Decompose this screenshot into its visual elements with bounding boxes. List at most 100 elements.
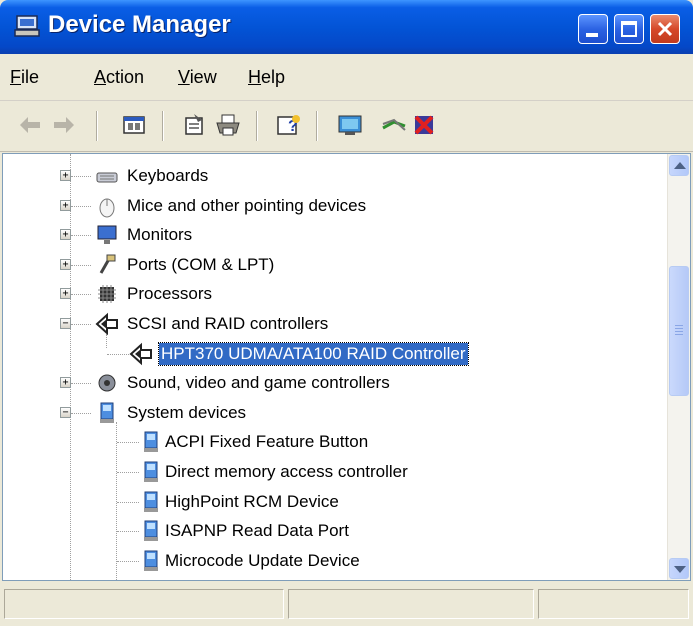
status-panel <box>288 589 534 619</box>
tree-item-label[interactable]: Mice and other pointing devices <box>125 195 368 217</box>
tree-device[interactable]: HighPoint RCM Device <box>3 488 643 516</box>
tree-category[interactable]: + Monitors <box>3 221 643 249</box>
tree-item-label[interactable]: HPT370 UDMA/ATA100 RAID Controller <box>158 341 469 366</box>
collapse-button[interactable]: − <box>60 318 71 329</box>
tree-item-label[interactable]: ACPI Fixed Feature Button <box>163 431 370 453</box>
device-manager-window: Device Manager File Action View Help ? +… <box>0 0 693 626</box>
keyboard-icon <box>96 172 118 183</box>
console-tree-icon[interactable] <box>120 112 148 138</box>
device-tree[interactable]: + Keyboards + Mice and other pointing devic… <box>3 154 668 580</box>
toolbar-separator <box>316 111 318 141</box>
help-icon[interactable]: ? <box>274 112 302 138</box>
tree-item-label[interactable]: System devices <box>125 402 248 424</box>
tree-category[interactable]: + Processors <box>3 280 643 308</box>
tree-category[interactable]: + Keyboards <box>3 162 643 190</box>
grip-line <box>675 328 683 329</box>
tree-device[interactable]: ISAPNP Read Data Port <box>3 517 643 545</box>
expand-button[interactable]: + <box>60 170 71 181</box>
close-button[interactable] <box>650 14 680 44</box>
tree-connector <box>71 383 91 385</box>
tree-connector <box>71 412 91 414</box>
tree-item-label[interactable]: Sound, video and game controllers <box>125 372 392 394</box>
tree-category[interactable]: − SCSI and RAID controllers <box>3 310 643 338</box>
tree-device[interactable]: ACPI Fixed Feature Button <box>3 428 643 456</box>
grip-line <box>675 331 683 332</box>
menu-bar: File Action View Help <box>0 54 693 101</box>
system-device-icon <box>144 431 158 453</box>
tree-connector <box>117 531 139 533</box>
expand-button[interactable]: + <box>60 288 71 300</box>
tree-connector <box>117 501 139 503</box>
processor-icon <box>98 285 116 304</box>
tree-category[interactable]: + Sound, video and game controllers <box>3 369 643 397</box>
scroll-thumb[interactable] <box>669 266 689 396</box>
properties-icon[interactable] <box>180 112 208 138</box>
tree-category[interactable]: + Mice and other pointing devices <box>3 192 643 220</box>
back-arrow-icon[interactable] <box>16 112 44 138</box>
tree-item-label[interactable]: SCSI and RAID controllers <box>125 313 330 335</box>
system-device-icon <box>144 520 158 542</box>
tree-category[interactable]: − System devices <box>3 399 643 427</box>
toolbar-separator <box>162 111 164 141</box>
port-icon <box>99 254 116 274</box>
menu-file[interactable]: File <box>10 67 39 88</box>
chevron-up-icon <box>674 162 686 169</box>
tree-connector <box>71 294 91 296</box>
tree-connector <box>117 442 139 444</box>
sound-icon <box>98 374 116 392</box>
scroll-up-button[interactable] <box>669 155 689 176</box>
mouse-icon <box>99 198 115 218</box>
scsi-icon <box>95 312 118 336</box>
tree-item-label[interactable]: ISAPNP Read Data Port <box>163 520 351 542</box>
tree-item-label[interactable]: Keyboards <box>125 165 210 187</box>
menu-action[interactable]: Action <box>94 67 144 88</box>
system-device-icon <box>144 550 158 571</box>
toolbar-separator <box>256 111 258 141</box>
menu-help[interactable]: Help <box>248 67 285 88</box>
tree-item-label[interactable]: HighPoint RCM Device <box>163 491 341 513</box>
tree-connector <box>71 205 91 207</box>
expand-button[interactable]: + <box>60 229 71 241</box>
toolbar: ? <box>0 101 693 152</box>
expand-button[interactable]: + <box>60 377 71 389</box>
tree-connector <box>117 560 139 562</box>
minimize-button[interactable] <box>578 14 608 44</box>
tree-connector <box>107 353 129 355</box>
tree-item-label[interactable]: Direct memory access controller <box>163 461 410 483</box>
tree-item-label[interactable]: Monitors <box>125 224 194 246</box>
title-bar[interactable]: Device Manager <box>0 0 693 54</box>
system-device-icon <box>144 461 158 482</box>
device-manager-icon <box>14 15 40 37</box>
tree-category[interactable]: + Ports (COM & LPT) <box>3 251 643 279</box>
collapse-button[interactable]: − <box>60 406 71 418</box>
system-device-icon <box>144 491 158 512</box>
update-driver-icon[interactable] <box>380 112 408 138</box>
status-bar <box>0 583 693 626</box>
scroll-down-button[interactable] <box>669 558 689 579</box>
expand-button[interactable]: + <box>60 258 71 270</box>
tree-connector <box>71 176 91 177</box>
scsi-icon <box>129 342 152 365</box>
grip-line <box>675 325 683 326</box>
status-panel <box>538 589 689 619</box>
menu-view[interactable]: View <box>178 67 217 88</box>
tree-device[interactable]: Direct memory access controller <box>3 458 643 486</box>
tree-item-label[interactable]: Processors <box>125 283 214 305</box>
tree-device[interactable]: Microcode Update Device <box>3 547 643 575</box>
tree-item-label[interactable]: Microcode Update Device <box>163 550 362 572</box>
uninstall-icon[interactable] <box>410 112 438 138</box>
close-icon <box>657 21 673 37</box>
grip-line <box>675 334 683 335</box>
device-tree-panel: + Keyboards + Mice and other pointing devic… <box>2 153 691 581</box>
tree-item-label[interactable]: Ports (COM & LPT) <box>125 254 276 276</box>
maximize-button[interactable] <box>614 14 644 44</box>
scan-hardware-icon[interactable] <box>336 112 364 138</box>
vertical-scrollbar[interactable] <box>667 154 690 580</box>
tree-device[interactable]: HPT370 UDMA/ATA100 RAID Controller <box>3 340 643 368</box>
monitor-icon <box>97 225 117 245</box>
printer-icon[interactable] <box>214 112 242 138</box>
chevron-down-icon <box>674 566 686 573</box>
tree-connector <box>117 472 139 473</box>
expand-button[interactable]: + <box>60 199 71 211</box>
forward-arrow-icon[interactable] <box>50 112 78 138</box>
